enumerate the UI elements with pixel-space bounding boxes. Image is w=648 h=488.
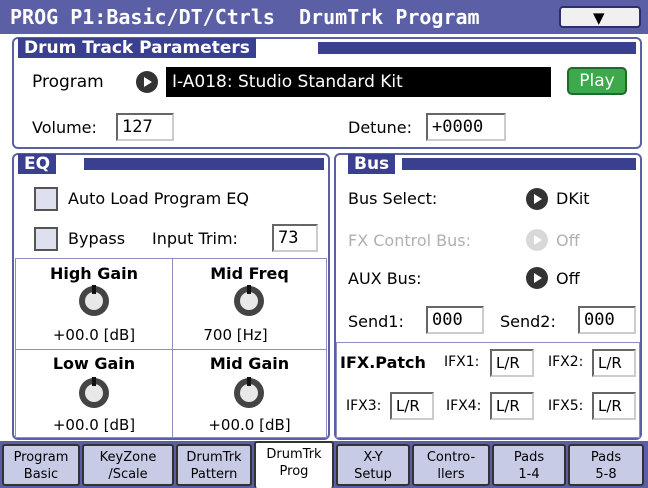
fx-control-bus-arrow-icon <box>526 229 548 251</box>
tab-label: Pads <box>590 450 622 465</box>
ifx5-field[interactable]: L/R <box>592 392 636 420</box>
tab-drumtrk-prog[interactable]: DrumTrk Prog <box>254 441 334 488</box>
ifx4-field[interactable]: L/R <box>490 392 534 420</box>
ifx3-field[interactable]: L/R <box>390 392 434 420</box>
program-select[interactable]: I-A018: Studio Standard Kit <box>166 67 551 97</box>
tab-label: 1-4 <box>518 467 540 482</box>
tab-label: Contro- <box>426 450 476 465</box>
volume-field[interactable]: 127 <box>116 113 174 141</box>
tab-label: Prog <box>279 464 309 479</box>
aux-bus-arrow-icon[interactable] <box>526 267 548 289</box>
ifx2-label: IFX2: <box>548 354 584 370</box>
send1-label: Send1: <box>348 312 404 331</box>
high-gain-label: High Gain <box>49 264 139 283</box>
chevron-down-icon: ▼ <box>593 9 605 27</box>
play-button[interactable]: Play <box>567 67 627 95</box>
mid-freq-knob-icon[interactable] <box>234 285 264 316</box>
detune-field[interactable]: +0000 <box>426 113 506 141</box>
send1-field[interactable]: 000 <box>426 306 484 334</box>
input-trim-label: Input Trim: <box>152 229 238 248</box>
ifx1-field[interactable]: L/R <box>490 349 534 377</box>
low-gain-label: Low Gain <box>52 354 136 373</box>
fx-control-bus-label: FX Control Bus: <box>348 231 472 250</box>
fx-control-bus-value: Off <box>556 231 580 250</box>
program-label: Program <box>32 72 104 92</box>
aux-bus-label: AUX Bus: <box>348 269 422 288</box>
auto-load-eq-checkbox[interactable] <box>34 187 58 211</box>
ifx-patch-label: IFX.Patch <box>340 353 426 372</box>
aux-bus-value[interactable]: Off <box>556 269 580 288</box>
tab-label: KeyZone <box>99 450 157 465</box>
mid-gain-knob-icon[interactable] <box>234 377 264 408</box>
input-trim-field[interactable]: 73 <box>272 224 318 252</box>
tab-label: DrumTrk <box>186 450 242 465</box>
low-gain-value: +00.0 [dB] <box>52 416 136 434</box>
section-bar <box>318 42 636 54</box>
tab-label: DrumTrk <box>266 447 322 462</box>
tab-label: /Scale <box>108 467 148 482</box>
high-gain-knob-icon[interactable] <box>79 285 109 316</box>
eq-section-title: EQ <box>18 154 57 174</box>
title-bar: PROG P1:Basic/DT/Ctrls DrumTrk Program ▼ <box>0 0 648 34</box>
bus-section-title: Bus <box>348 154 396 174</box>
mid-freq-value: 700 [Hz] <box>203 326 268 344</box>
tab-pads-5-8[interactable]: Pads 5-8 <box>568 444 644 486</box>
bypass-checkbox[interactable] <box>34 227 58 251</box>
tab-label: Basic <box>23 467 59 482</box>
tab-label: X-Y <box>363 450 383 465</box>
tab-label: Pads <box>513 450 545 465</box>
tab-keyzone-scale[interactable]: KeyZone/Scale <box>82 444 174 486</box>
tab-label: Setup <box>354 467 392 482</box>
bus-select-label: Bus Select: <box>348 189 438 208</box>
mid-gain-value: +00.0 [dB] <box>208 416 291 434</box>
high-gain-value: +00.0 [dB] <box>52 326 136 344</box>
volume-label: Volume: <box>32 118 97 137</box>
ifx5-label: IFX5: <box>548 398 584 414</box>
bus-select-value[interactable]: DKit <box>556 189 590 208</box>
bus-select-arrow-icon[interactable] <box>526 188 548 210</box>
section-bar <box>402 158 636 170</box>
program-popup-arrow-icon[interactable] <box>136 71 158 93</box>
mid-gain-label: Mid Gain <box>209 354 290 373</box>
detune-label: Detune: <box>348 118 412 137</box>
tab-label: llers <box>437 467 465 482</box>
tab-controllers[interactable]: Contro-llers <box>412 444 490 486</box>
tab-label: Pattern <box>190 467 238 482</box>
tab-program-basic[interactable]: Program Basic <box>2 444 80 486</box>
tab-pads-1-4[interactable]: Pads 1-4 <box>492 444 566 486</box>
section-bar <box>84 158 324 170</box>
tab-label: 5-8 <box>595 467 617 482</box>
ifx4-label: IFX4: <box>446 398 482 414</box>
low-gain-knob-icon[interactable] <box>79 377 109 408</box>
send2-field[interactable]: 000 <box>578 306 636 334</box>
ifx3-label: IFX3: <box>346 398 382 414</box>
tab-label: Program <box>13 450 69 465</box>
ifx2-field[interactable]: L/R <box>592 349 636 377</box>
tab-drumtrk-pattern[interactable]: DrumTrk Pattern <box>176 444 252 486</box>
mid-freq-label: Mid Freq <box>210 264 289 283</box>
ifx1-label: IFX1: <box>444 354 480 370</box>
page-menu-button[interactable]: ▼ <box>559 6 641 28</box>
page-title: PROG P1:Basic/DT/Ctrls DrumTrk Program <box>10 5 480 29</box>
tab-xy-setup[interactable]: X-Y Setup <box>336 444 410 486</box>
drum-track-section-title: Drum Track Parameters <box>18 38 256 58</box>
auto-load-eq-label: Auto Load Program EQ <box>68 189 249 208</box>
send2-label: Send2: <box>500 312 556 331</box>
bypass-label: Bypass <box>68 229 126 248</box>
